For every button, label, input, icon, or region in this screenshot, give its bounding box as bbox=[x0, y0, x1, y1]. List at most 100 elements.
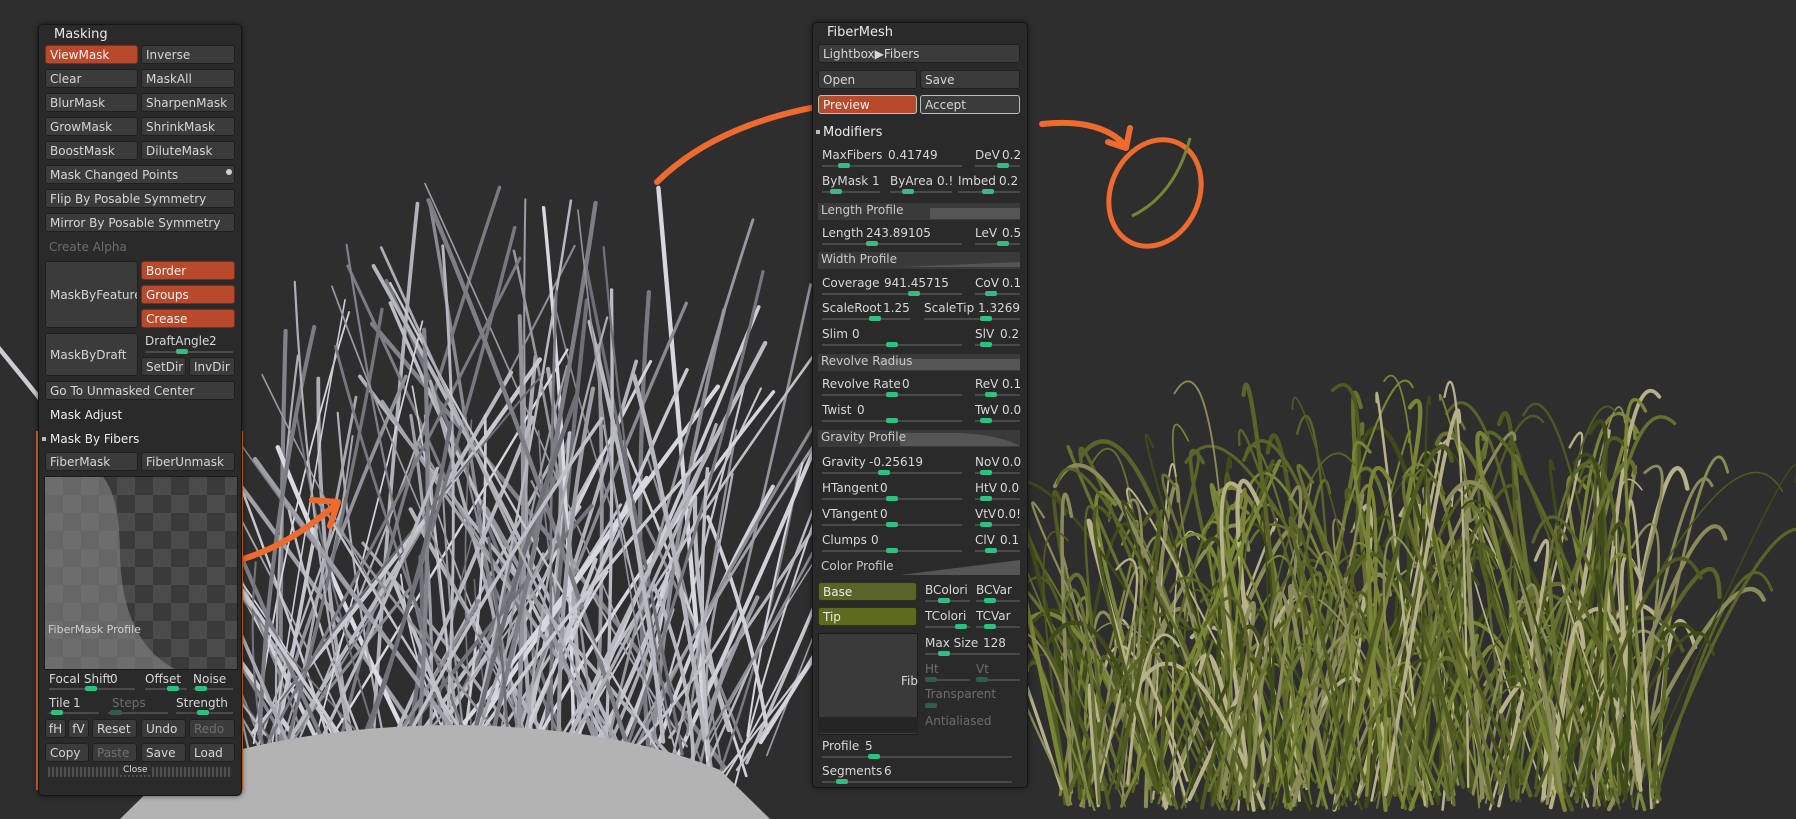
blur-mask-button[interactable]: BlurMask bbox=[45, 93, 138, 112]
rev-slider[interactable] bbox=[975, 394, 1020, 396]
cov-slider-knob[interactable] bbox=[985, 291, 997, 296]
tile-slider-knob[interactable] bbox=[51, 710, 63, 715]
clear-button[interactable]: Clear bbox=[45, 69, 138, 88]
boost-mask-button[interactable]: BoostMask bbox=[45, 141, 138, 160]
mask-by-fibers-section[interactable]: Mask By Fibers bbox=[50, 432, 139, 446]
view-mask-button[interactable]: ViewMask bbox=[45, 45, 138, 64]
gravity-slider[interactable] bbox=[822, 472, 962, 474]
mask-all-button[interactable]: MaskAll bbox=[141, 69, 235, 88]
by-area-slider-knob[interactable] bbox=[902, 189, 914, 194]
focal-shift-slider-knob[interactable] bbox=[85, 686, 97, 691]
mirror-by-posable-symmetry-button[interactable]: Mirror By Posable Symmetry bbox=[45, 213, 235, 232]
by-area-slider[interactable] bbox=[890, 191, 952, 193]
scale-root-slider[interactable] bbox=[822, 318, 910, 320]
groups-toggle[interactable]: Groups bbox=[141, 285, 235, 304]
profile-slider-knob[interactable] bbox=[868, 754, 880, 759]
mask-by-feature-button[interactable]: MaskByFeature bbox=[45, 261, 138, 328]
bcvar-slider-knob[interactable] bbox=[984, 598, 996, 603]
modifiers-section[interactable]: Modifiers bbox=[823, 125, 882, 140]
fiber-save-button[interactable]: Save bbox=[920, 70, 1020, 89]
mask-adjust-section[interactable]: Mask Adjust bbox=[50, 408, 122, 422]
profile-slider[interactable] bbox=[822, 756, 1012, 758]
bcolori-slider-knob[interactable] bbox=[938, 598, 950, 603]
open-button[interactable]: Open bbox=[818, 70, 917, 89]
preview-button[interactable]: Preview bbox=[818, 95, 917, 114]
copy-button[interactable]: Copy bbox=[45, 743, 89, 762]
undo-button[interactable]: Undo bbox=[141, 719, 186, 738]
ht-slider-knob[interactable] bbox=[925, 677, 937, 682]
flip-v-button[interactable]: fV bbox=[68, 719, 89, 738]
inverse-button[interactable]: Inverse bbox=[141, 45, 235, 64]
scale-tip-slider[interactable] bbox=[924, 318, 1020, 320]
crease-toggle[interactable]: Crease bbox=[141, 309, 235, 328]
shrink-mask-button[interactable]: ShrinkMask bbox=[141, 117, 235, 136]
imbed-slider-knob[interactable] bbox=[982, 189, 994, 194]
htangent-slider-knob[interactable] bbox=[886, 496, 898, 501]
draft-angle-slider[interactable] bbox=[145, 351, 233, 353]
close-label[interactable]: Close bbox=[120, 765, 151, 775]
fiber-mask-button[interactable]: FiberMask bbox=[45, 452, 138, 471]
coverage-slider[interactable] bbox=[822, 293, 962, 295]
load-button[interactable]: Load bbox=[189, 743, 235, 762]
gravity-slider-knob[interactable] bbox=[878, 470, 890, 475]
tip-color-swatch[interactable]: Tip bbox=[818, 607, 917, 626]
twist-slider-knob[interactable] bbox=[886, 418, 898, 423]
siv-slider-knob[interactable] bbox=[980, 342, 992, 347]
set-dir-button[interactable]: SetDir bbox=[141, 357, 186, 376]
sharpen-mask-button[interactable]: SharpenMask bbox=[141, 93, 235, 112]
base-color-swatch[interactable]: Base bbox=[818, 582, 917, 601]
reset-button[interactable]: Reset bbox=[92, 719, 137, 738]
create-alpha-button[interactable]: Create Alpha bbox=[49, 240, 127, 254]
offset-slider[interactable] bbox=[145, 688, 187, 690]
inv-dir-button[interactable]: InvDir bbox=[189, 357, 235, 376]
tcvar-slider-knob[interactable] bbox=[984, 624, 996, 629]
mask-by-draft-button[interactable]: MaskByDraft bbox=[45, 333, 138, 376]
scale-tip-slider-knob[interactable] bbox=[980, 316, 992, 321]
bcvar-slider[interactable] bbox=[976, 600, 1020, 602]
htv-slider-knob[interactable] bbox=[980, 496, 992, 501]
flip-by-posable-symmetry-button[interactable]: Flip By Posable Symmetry bbox=[45, 189, 235, 208]
paste-button[interactable]: Paste bbox=[92, 743, 137, 762]
revolve-rate-slider-knob[interactable] bbox=[886, 392, 898, 397]
offset-slider-knob[interactable] bbox=[167, 686, 179, 691]
go-to-unmasked-center-button[interactable]: Go To Unmasked Center bbox=[45, 381, 235, 400]
grow-mask-button[interactable]: GrowMask bbox=[45, 117, 138, 136]
mask-changed-points-button[interactable]: Mask Changed Points bbox=[45, 165, 235, 184]
segments-slider-knob[interactable] bbox=[836, 779, 848, 784]
fiber-mask-profile-curve[interactable] bbox=[44, 476, 238, 670]
clv-slider-knob[interactable] bbox=[985, 548, 997, 553]
transparent-toggle[interactable]: Transparent bbox=[925, 687, 996, 701]
length-slider-knob[interactable] bbox=[866, 241, 878, 246]
tcolori-slider-knob[interactable] bbox=[955, 624, 967, 629]
border-toggle[interactable]: Border bbox=[141, 261, 235, 280]
scale-root-slider-knob[interactable] bbox=[869, 316, 881, 321]
max-fibers-slider-knob[interactable] bbox=[838, 163, 850, 168]
color-profile-label[interactable]: Color Profile bbox=[821, 559, 893, 573]
lev-slider-knob[interactable] bbox=[997, 241, 1009, 246]
vtangent-slider-knob[interactable] bbox=[886, 522, 898, 527]
length-slider[interactable] bbox=[822, 243, 962, 245]
noise-slider-knob[interactable] bbox=[195, 686, 207, 691]
max-size-slider-knob[interactable] bbox=[938, 651, 950, 656]
accept-button[interactable]: Accept bbox=[920, 95, 1020, 114]
antialiased-toggle[interactable]: Antialiased bbox=[925, 714, 991, 728]
vtv-slider-knob[interactable] bbox=[980, 522, 992, 527]
vt-slider-knob[interactable] bbox=[976, 677, 988, 682]
zbrush-viewport[interactable]: Masking ViewMask Inverse Clear MaskAll B… bbox=[0, 0, 1796, 819]
dev-slider-knob[interactable] bbox=[997, 163, 1009, 168]
lightbox-fibers-button[interactable]: Lightbox▶Fibers bbox=[818, 44, 1020, 63]
flip-h-button[interactable]: fH bbox=[45, 719, 66, 738]
slim-slider-knob[interactable] bbox=[886, 342, 898, 347]
tcvar-slider[interactable] bbox=[976, 626, 1020, 628]
dilute-mask-button[interactable]: DiluteMask bbox=[141, 141, 235, 160]
save-button[interactable]: Save bbox=[141, 743, 186, 762]
fiber-unmask-button[interactable]: FiberUnmask bbox=[141, 452, 235, 471]
clumps-slider-knob[interactable] bbox=[886, 548, 898, 553]
redo-button[interactable]: Redo bbox=[189, 719, 235, 738]
by-mask-slider-knob[interactable] bbox=[830, 189, 842, 194]
twv-slider-knob[interactable] bbox=[980, 418, 992, 423]
draft-angle-slider-knob[interactable] bbox=[176, 349, 188, 354]
clv-slider[interactable] bbox=[975, 550, 1020, 552]
cov-slider[interactable] bbox=[975, 293, 1020, 295]
nov-slider-knob[interactable] bbox=[980, 470, 992, 475]
